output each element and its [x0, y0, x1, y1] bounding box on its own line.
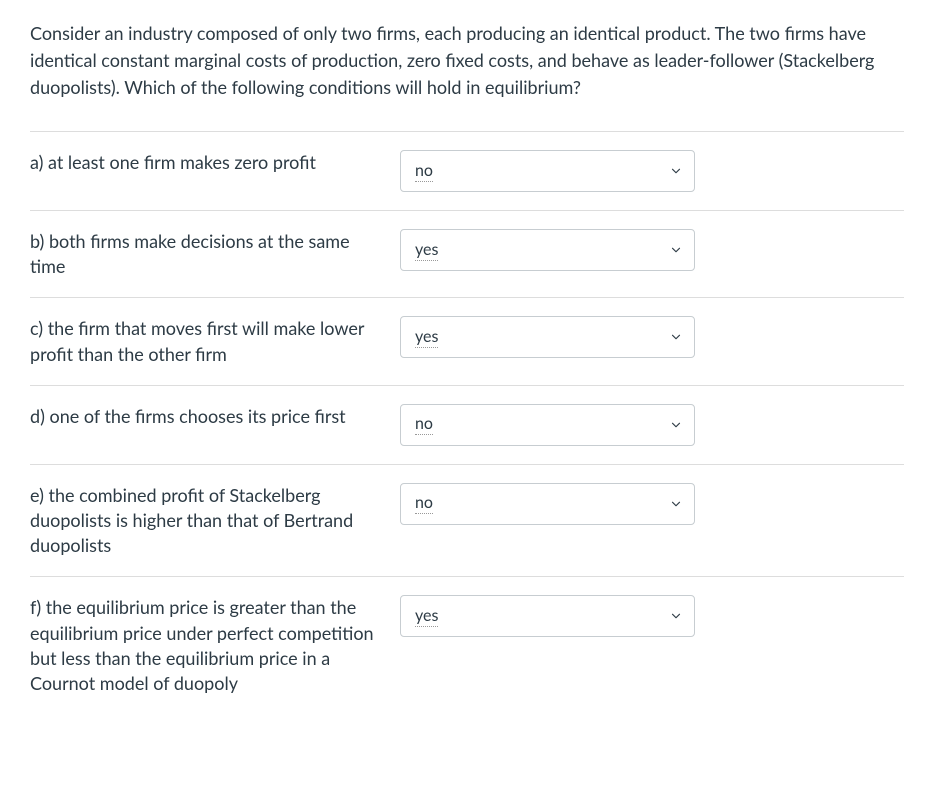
answer-select-value-c: yes: [415, 327, 438, 348]
answer-select-value-a: no: [415, 161, 433, 182]
select-wrapper-d: no: [400, 404, 695, 446]
answer-label-e: e) the combined profit of Stackelberg du…: [30, 483, 400, 559]
question-stem: Consider an industry composed of only tw…: [30, 20, 904, 101]
select-wrapper-a: no: [400, 150, 695, 192]
answer-select-value-e: no: [415, 493, 433, 514]
answer-row-d: d) one of the firms chooses its price fi…: [30, 385, 904, 464]
answer-row-a: a) at least one firm makes zero profit n…: [30, 131, 904, 210]
answer-select-value-b: yes: [415, 240, 438, 261]
answer-select-b[interactable]: yes: [400, 229, 695, 271]
answer-select-e[interactable]: no: [400, 483, 695, 525]
answer-select-value-f: yes: [415, 606, 438, 627]
answer-row-c: c) the firm that moves first will make l…: [30, 297, 904, 384]
answer-select-f[interactable]: yes: [400, 595, 695, 637]
answer-row-e: e) the combined profit of Stackelberg du…: [30, 464, 904, 577]
answer-label-f: f) the equilibrium price is greater than…: [30, 595, 400, 696]
answer-select-a[interactable]: no: [400, 150, 695, 192]
select-wrapper-c: yes: [400, 316, 695, 358]
answer-row-f: f) the equilibrium price is greater than…: [30, 576, 904, 714]
select-wrapper-e: no: [400, 483, 695, 525]
answer-label-c: c) the firm that moves first will make l…: [30, 316, 400, 366]
answer-select-c[interactable]: yes: [400, 316, 695, 358]
select-wrapper-b: yes: [400, 229, 695, 271]
answer-row-b: b) both firms make decisions at the same…: [30, 210, 904, 297]
answer-label-b: b) both firms make decisions at the same…: [30, 229, 400, 279]
answer-select-value-d: no: [415, 414, 433, 435]
select-wrapper-f: yes: [400, 595, 695, 637]
answer-label-d: d) one of the firms chooses its price fi…: [30, 404, 400, 429]
answer-label-a: a) at least one firm makes zero profit: [30, 150, 400, 175]
answer-select-d[interactable]: no: [400, 404, 695, 446]
